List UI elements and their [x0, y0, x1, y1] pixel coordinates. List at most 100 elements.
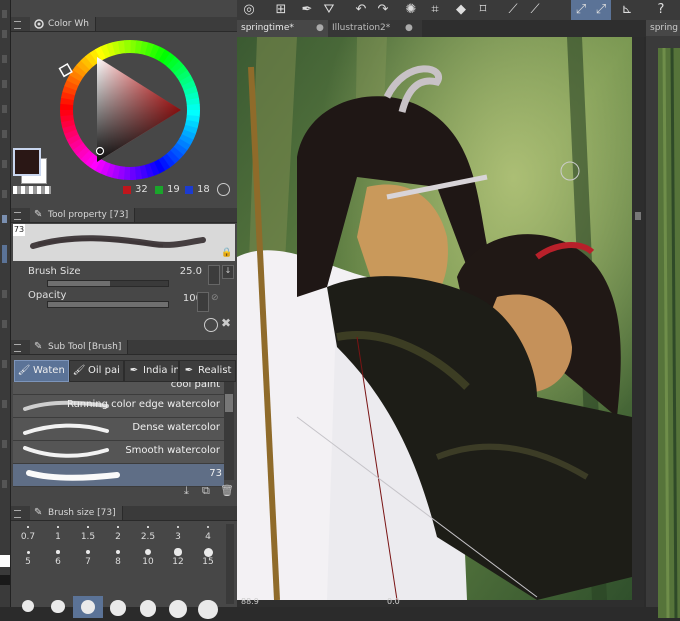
brush-size-scrollbar[interactable]: [226, 524, 234, 604]
angle-value[interactable]: 0.0: [387, 597, 400, 606]
brush-size-tab[interactable]: ✎ Brush size [73]: [30, 506, 123, 520]
opacity-link-icon[interactable]: ⊘: [211, 293, 219, 303]
subtool-tab-india-ink[interactable]: ✒ India in: [124, 360, 179, 382]
pressure-icon[interactable]: ↓: [222, 265, 234, 279]
brush-size-preset[interactable]: [133, 596, 163, 618]
scroll-thumb[interactable]: [225, 394, 233, 412]
brush-size-preset[interactable]: 15: [193, 547, 223, 569]
main-color-swatch-small[interactable]: [0, 575, 10, 585]
navigator-preview[interactable]: [658, 47, 680, 619]
brush-size-slider[interactable]: [47, 280, 169, 287]
doc-tab-springtime[interactable]: springtime* ●: [237, 20, 331, 37]
tool-icon[interactable]: [2, 360, 7, 368]
brush-size-preset[interactable]: [163, 596, 193, 618]
brush-item[interactable]: cool paint: [13, 382, 224, 395]
tool-icon[interactable]: [2, 160, 7, 168]
opacity-spinner[interactable]: [197, 292, 209, 312]
brush-size-spinner[interactable]: [208, 265, 220, 285]
tool-icon-active[interactable]: [2, 215, 7, 223]
brush-size-preset[interactable]: 1: [43, 522, 73, 544]
tool-icon[interactable]: [2, 290, 7, 298]
brush-size-preset[interactable]: 7: [73, 547, 103, 569]
brush-size-preset[interactable]: 2: [103, 522, 133, 544]
sub-tool-tab[interactable]: ✎ Sub Tool [Brush]: [30, 340, 129, 354]
doc-tab-illustration2[interactable]: Illustration2* ●: [328, 20, 422, 37]
brush-size-preset[interactable]: 4: [193, 522, 223, 544]
brush-size-preset[interactable]: [13, 596, 43, 618]
subtool-scrollbar[interactable]: [224, 382, 234, 480]
tool-icon[interactable]: [2, 320, 7, 328]
redo-icon[interactable]: ↷: [375, 2, 391, 18]
panel-menu-icon[interactable]: [14, 344, 21, 352]
brush-size-preset[interactable]: [43, 596, 73, 618]
color-wheel-tab[interactable]: Color Wh: [30, 17, 96, 31]
lock-icon[interactable]: 🔒: [221, 248, 232, 258]
pen-tool-icon[interactable]: ✒: [299, 2, 315, 18]
panel-menu-icon[interactable]: [14, 212, 21, 220]
brush-size-preset[interactable]: 1.5: [73, 522, 103, 544]
undo-icon[interactable]: ↶: [353, 2, 369, 18]
tool-icon[interactable]: [2, 30, 7, 38]
brush-size-preset[interactable]: 2.5: [133, 522, 163, 544]
tool-icon[interactable]: [2, 55, 7, 63]
add-brush-icon[interactable]: ⤓: [184, 484, 189, 498]
zoom-value[interactable]: 88.9: [241, 597, 259, 606]
tool-icon-active[interactable]: [2, 245, 7, 263]
tool-icon[interactable]: [2, 190, 7, 198]
tool-icon[interactable]: [2, 130, 7, 138]
brush-size-preset[interactable]: 3: [163, 522, 193, 544]
brush-size-preset[interactable]: [193, 596, 223, 620]
tool-icon[interactable]: [2, 480, 7, 488]
color-mode-icon[interactable]: [217, 183, 230, 196]
navigator-tab[interactable]: spring: [646, 20, 680, 36]
sun-icon[interactable]: ✺: [403, 2, 419, 18]
wrench-icon[interactable]: ✖: [221, 316, 231, 330]
panel-menu-icon[interactable]: [14, 21, 21, 29]
transform-icon[interactable]: ⌑: [475, 2, 491, 18]
brush-size-preset[interactable]: 12: [163, 547, 193, 569]
duplicate-icon[interactable]: ⧉: [202, 484, 210, 498]
snap-grid-icon[interactable]: ⊾: [619, 2, 635, 18]
tool-icon[interactable]: [2, 105, 7, 113]
ruler-alt-icon[interactable]: ⟋: [527, 2, 543, 18]
paint-bucket-icon[interactable]: ⛛: [321, 2, 337, 18]
delete-icon[interactable]: 🗑: [220, 484, 234, 497]
canvas-vertical-scrollbar[interactable]: [632, 37, 644, 600]
brush-size-preset[interactable]: [103, 596, 133, 618]
brush-size-preset[interactable]: 0.7: [13, 522, 43, 544]
close-icon[interactable]: ●: [405, 20, 413, 37]
undo-redo-icon[interactable]: ⊞: [273, 2, 289, 18]
ruler-icon[interactable]: ⟋: [505, 2, 521, 18]
tool-settings-icon[interactable]: [204, 318, 218, 332]
brush-item[interactable]: Running color edge watercolor: [13, 395, 224, 418]
fill-icon[interactable]: ◆: [453, 2, 469, 18]
brush-size-preset[interactable]: 8: [103, 547, 133, 569]
brush-item-selected[interactable]: 73: [13, 464, 224, 487]
help-icon[interactable]: ?: [653, 2, 669, 18]
tool-icon[interactable]: [2, 80, 7, 88]
brush-size-value[interactable]: 25.0: [180, 266, 202, 277]
brush-size-preset[interactable]: [73, 596, 103, 618]
close-icon[interactable]: ●: [316, 20, 324, 37]
opacity-slider[interactable]: [47, 301, 169, 308]
brush-size-preset[interactable]: 10: [133, 547, 163, 569]
scroll-thumb[interactable]: [635, 212, 641, 220]
brush-size-preset[interactable]: 5: [13, 547, 43, 569]
tool-icon[interactable]: [2, 400, 7, 408]
tool-property-tab[interactable]: ✎ Tool property [73]: [30, 208, 136, 222]
transparent-swatch[interactable]: [13, 186, 51, 194]
subtool-tab-oil-paint[interactable]: 🖌 Oil pai: [69, 360, 124, 382]
tool-icon[interactable]: [2, 440, 7, 448]
main-color-swatch[interactable]: [13, 148, 41, 176]
app-logo-icon[interactable]: ◎: [241, 2, 257, 18]
brush-item[interactable]: Dense watercolor: [13, 418, 224, 441]
sub-color-swatch-small[interactable]: [0, 555, 10, 567]
crop-icon[interactable]: ⌗: [427, 2, 443, 18]
snap-toggle[interactable]: ⤢ ⤢: [571, 0, 611, 20]
brush-item[interactable]: Smooth watercolor: [13, 441, 224, 464]
drawing-canvas[interactable]: [237, 37, 632, 600]
panel-menu-icon[interactable]: [14, 510, 21, 518]
tool-icon[interactable]: [2, 10, 7, 18]
subtool-tab-watercolor[interactable]: 🖌 Waten: [14, 360, 69, 382]
subtool-tab-realistic[interactable]: ✒ Realist: [179, 360, 236, 382]
